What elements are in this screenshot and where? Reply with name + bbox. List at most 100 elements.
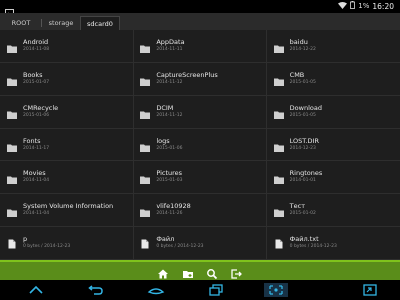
folder-item[interactable]: Ringtones 2014-01-01 [266,161,400,195]
folder-icon [140,104,151,119]
file-grid: Android 2014-11-08 AppData 2014-11-11 baidu 2… [0,30,400,261]
status-bar: 1% 16:20 [0,0,400,17]
breadcrumb-storage[interactable]: storage [44,16,82,30]
folder-item[interactable]: Pictures 2015-01-03 [133,161,267,195]
item-detail: 0 bytes / 2014-12-23 [156,244,204,250]
folder-item[interactable]: CMB 2015-01-05 [266,63,400,96]
breadcrumb: ROOT storage sdcard0 [0,13,400,30]
action-bar [0,262,400,280]
file-icon [7,234,17,249]
item-detail: 2015-01-06 [23,112,50,118]
item-name: p [23,235,28,244]
screenshot-icon[interactable] [264,283,288,297]
folder-item[interactable]: Тест 2015-01-02 [266,194,400,228]
folder-item[interactable]: Fonts 2014-11-17 [0,129,134,162]
file-item[interactable]: Файл.txt 0 bytes / 2014-12-23 [266,227,400,261]
folder-icon [273,137,284,152]
file-item[interactable]: p0 bytes / 2014-12-23 [0,227,134,261]
item-name: Download [289,103,322,112]
item-detail: 0 bytes / 2014-12-23 [23,244,71,250]
item-name: Movies [23,169,46,178]
folder-add-icon[interactable] [182,265,194,278]
breadcrumb-root[interactable]: ROOT [4,16,42,30]
folder-item[interactable]: CaptureScreenPlus 2014-11-12 [133,63,267,96]
folder-icon [7,202,17,218]
item-detail: 2015-01-07 [23,79,50,85]
item-name: baidu [289,38,308,46]
column-divider [266,30,267,260]
search-icon[interactable] [206,265,218,280]
item-detail: 2015-01-06 [156,145,183,151]
item-detail: 0 bytes / 2014-12-23 [289,244,337,250]
folder-icon [273,38,284,53]
folder-icon [7,169,17,185]
folder-icon [140,202,151,218]
folder-item[interactable]: AppData 2014-11-11 [133,30,267,63]
wifi-icon [338,1,348,11]
folder-item[interactable]: LOST.DIR 2014-12-23 [266,129,400,162]
item-name: CMRecycle [23,103,59,112]
item-detail: 2015-01-05 [289,79,316,85]
item-name: Books [23,70,43,79]
folder-icon [273,104,284,119]
breadcrumb-sdcard0[interactable]: sdcard0 [80,16,120,30]
home-icon[interactable] [157,265,169,279]
folder-item[interactable]: logs 2015-01-06 [133,129,267,162]
item-detail: 2014-11-12 [156,79,183,85]
folder-item[interactable]: CMRecycle 2015-01-06 [0,96,134,129]
folder-icon [140,71,151,86]
folder-item[interactable]: baidu 2014-12-22 [266,30,400,63]
item-detail: 2014-01-01 [289,178,316,184]
item-name: System Volume Information [23,202,114,211]
folder-item[interactable]: System Volume Information 2014-11-04 [0,194,134,228]
folder-item[interactable]: Movies 2014-11-04 [0,161,134,195]
file-item[interactable]: Файл 0 bytes / 2014-12-23 [133,227,267,261]
collapse-icon[interactable] [26,283,46,297]
file-icon [274,234,284,249]
item-detail: 2014-12-22 [289,47,316,52]
item-name: vlife10928 [156,202,191,211]
folder-item[interactable]: Android 2014-11-08 [0,30,134,63]
clock: 16:20 [372,1,394,11]
item-detail: 2015-01-02 [289,211,316,217]
item-detail: 2014-11-08 [23,47,50,52]
item-name: Fonts [23,136,41,145]
folder-icon [7,71,17,86]
item-detail: 2014-11-04 [23,178,50,184]
folder-icon [7,38,17,53]
file-icon [140,234,150,249]
folder-icon [273,71,284,86]
back-icon[interactable] [86,283,106,297]
folder-icon [273,202,284,218]
item-detail: 2014-12-23 [289,145,316,151]
column-divider [133,30,134,260]
item-name: Файл [156,235,175,244]
home-icon[interactable] [146,283,166,297]
item-detail: 2015-01-05 [289,112,316,118]
folder-item[interactable]: DCIM 2014-11-12 [133,96,267,129]
item-name: CMB [289,70,305,79]
folder-item[interactable]: vlife10928 2014-11-26 [133,194,267,228]
item-detail: 2014-11-26 [156,211,183,217]
folder-icon [7,104,17,119]
item-name: Тест [289,202,305,211]
item-detail: 2014-11-11 [156,47,183,52]
item-name: DCIM [156,103,174,112]
item-detail: 2014-11-17 [23,145,50,151]
exit-icon[interactable] [230,265,242,279]
expand-icon[interactable] [360,283,380,297]
item-name: Pictures [156,169,183,178]
item-name: Ringtones [289,169,323,178]
folder-icon [7,137,17,152]
item-name: CaptureScreenPlus [156,70,218,79]
item-name: LOST.DIR [289,136,319,145]
item-name: AppData [156,38,185,46]
recents-icon[interactable] [206,283,226,297]
battery-icon [350,1,356,11]
battery-level: 1% [358,2,370,10]
item-detail: 2014-11-12 [156,112,183,118]
item-detail: 2014-11-04 [23,211,50,217]
item-detail: 2015-01-03 [156,178,183,184]
folder-item[interactable]: Books 2015-01-07 [0,63,134,96]
folder-item[interactable]: Download 2015-01-05 [266,96,400,129]
